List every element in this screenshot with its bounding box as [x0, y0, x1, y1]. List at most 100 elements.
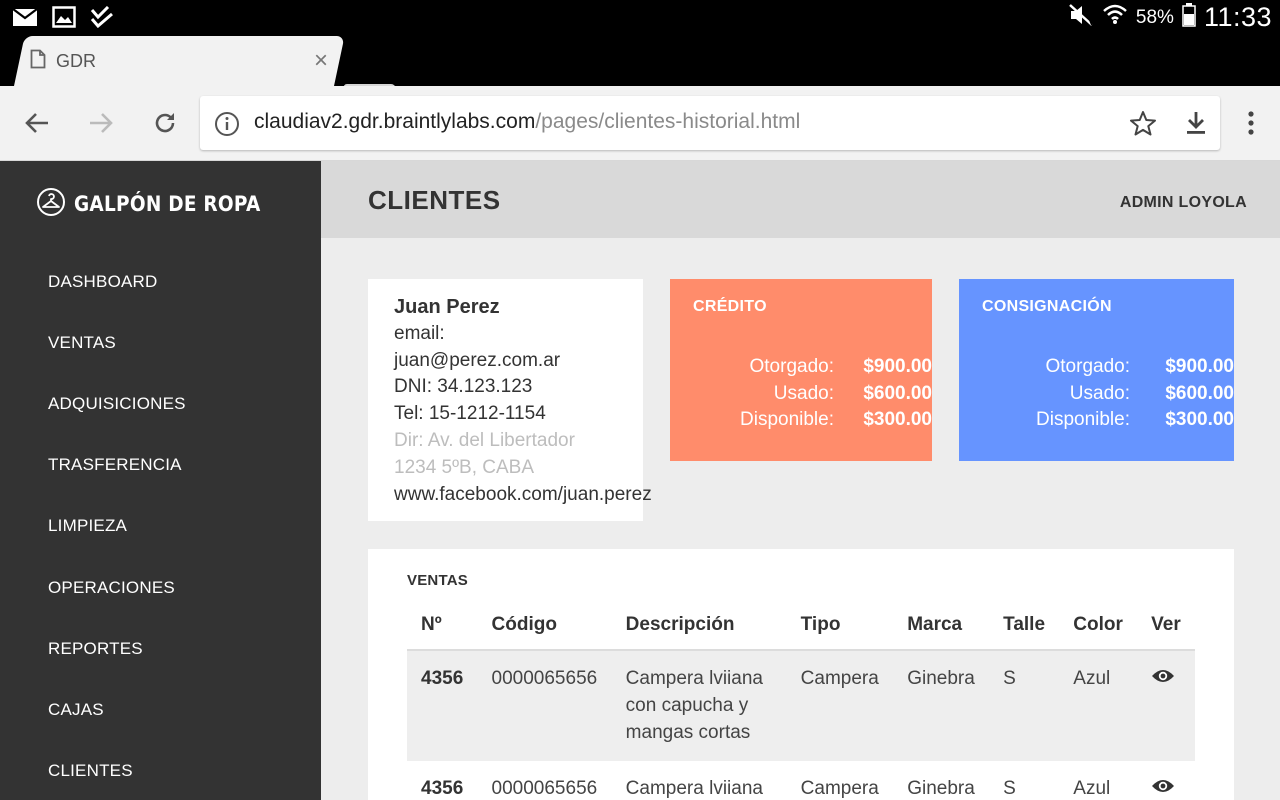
brand-name: GALPÓN DE ROPA — [74, 192, 261, 216]
system-status: 58% 11:33 — [1068, 2, 1272, 33]
cell-numero: 4356 — [407, 650, 478, 761]
address-bar[interactable]: claudiav2.gdr.braintlylabs.com/pages/cli… — [200, 96, 1220, 150]
task-check-icon — [90, 5, 114, 32]
sidebar-item-reportes[interactable]: REPORTES — [48, 639, 143, 659]
column-header-numero: Nº — [421, 613, 442, 635]
page-title: CLIENTES — [368, 185, 501, 215]
client-dni: DNI: 34.123.123 — [394, 376, 533, 398]
credito-usado-row: Usado: $600.00 — [664, 383, 932, 405]
table-row: 4356 0000065656 Campera lviiana Campera … — [407, 761, 1195, 800]
credito-disponible-value: $300.00 — [863, 409, 932, 430]
credito-title: CRÉDITO — [693, 298, 767, 315]
consignacion-disponible-label: Disponible: — [1036, 409, 1130, 430]
forward-arrow-icon — [90, 113, 113, 133]
cell-talle: S — [1003, 778, 1016, 799]
credito-otorgado-value: $900.00 — [863, 356, 932, 377]
page-icon — [30, 49, 46, 73]
consignacion-otorgado-row: Otorgado: $900.00 — [955, 356, 1235, 378]
wifi-icon — [1102, 2, 1128, 33]
sidebar-item-adquisiciones[interactable]: ADQUISICIONES — [48, 394, 186, 414]
consignacion-otorgado-value: $900.00 — [1165, 356, 1234, 377]
sidebar-item-cajas[interactable]: CAJAS — [48, 700, 104, 720]
client-info-card: Juan Perez email: juan@perez.com.ar DNI:… — [368, 279, 652, 521]
browser-toolbar: claudiav2.gdr.braintlylabs.com/pages/cli… — [0, 86, 1280, 161]
back-arrow-icon — [25, 113, 48, 133]
sidebar-item-clientes[interactable]: CLIENTES — [48, 761, 133, 781]
cell-marca: Ginebra — [893, 650, 990, 761]
status-bar: 58% 11:33 — [0, 0, 1280, 36]
mute-icon — [1068, 3, 1094, 32]
info-icon[interactable] — [214, 111, 240, 141]
back-button[interactable] — [22, 108, 52, 138]
client-facebook: www.facebook.com/juan.perez — [394, 483, 652, 505]
forward-button[interactable] — [86, 108, 116, 138]
user-menu[interactable]: ADMIN LOYOLA — [1120, 194, 1247, 212]
sidebar-item-operaciones[interactable]: OPERACIONES — [48, 578, 175, 598]
client-address-line1: Dir: Av. del Libertador — [394, 429, 575, 451]
url-path: /pages/clientes-historial.html — [535, 110, 801, 133]
sidebar-item-limpieza[interactable]: LIMPIEZA — [48, 516, 127, 536]
notification-icons — [12, 5, 114, 32]
column-header-descripcion: Descripción — [625, 613, 735, 635]
sidebar-item-ventas[interactable]: VENTAS — [48, 333, 116, 353]
credito-otorgado-label: Otorgado: — [749, 356, 835, 377]
table-row: 4356 0000065656 Campera lviiana con capu… — [407, 650, 1195, 761]
hanger-logo-icon — [36, 187, 66, 221]
column-header-ver: Ver — [1151, 613, 1181, 635]
battery-percent: 58% — [1135, 6, 1174, 28]
consignacion-disponible-row: Disponible: $300.00 — [955, 409, 1234, 431]
cell-codigo: 0000065656 — [477, 650, 612, 761]
consignacion-usado-value: $600.00 — [1165, 383, 1234, 404]
cell-ver — [1137, 650, 1195, 761]
more-vert-icon — [1248, 111, 1254, 135]
column-header-codigo: Código — [491, 613, 557, 635]
cell-tipo: Campera — [786, 650, 894, 761]
client-name: Juan Perez — [394, 296, 500, 318]
cell-ver — [1137, 761, 1195, 800]
ventas-table: Nº Código Descripción Tipo Marca Talle C… — [407, 600, 1195, 800]
column-header-color: Color — [1073, 613, 1123, 635]
ventas-panel: VENTAS Nº Código Descripción Tipo Marca … — [368, 549, 1234, 800]
column-header-talle: Talle — [1003, 613, 1046, 635]
url-text[interactable]: claudiav2.gdr.braintlylabs.com/pages/cli… — [254, 110, 800, 134]
cell-codigo: 0000065656 — [491, 778, 598, 799]
page-header: CLIENTES ADMIN LOYOLA — [321, 161, 1280, 238]
image-icon — [52, 6, 76, 32]
column-header-tipo: Tipo — [800, 613, 841, 635]
client-tel: Tel: 15-1212-1154 — [394, 403, 546, 425]
client-address-line2: 1234 5ºB, CABA — [394, 456, 535, 478]
column-header-marca: Marca — [907, 613, 963, 635]
download-icon[interactable] — [1184, 110, 1208, 140]
eye-icon[interactable] — [1151, 778, 1175, 799]
reload-icon — [155, 113, 175, 133]
cell-color: Azul — [1059, 650, 1138, 761]
reload-button[interactable] — [150, 108, 180, 138]
ventas-title: VENTAS — [407, 572, 468, 589]
browser-menu-button[interactable] — [1236, 108, 1266, 138]
credito-disponible-label: Disponible: — [740, 409, 834, 430]
consignacion-usado-row: Usado: $600.00 — [955, 383, 1234, 405]
client-email-label: email: — [394, 322, 445, 344]
close-tab-icon[interactable]: × — [314, 47, 328, 75]
cell-marca: Ginebra — [907, 778, 975, 799]
sidebar-item-dashboard[interactable]: DASHBOARD — [48, 272, 158, 292]
cell-tipo: Campera — [800, 778, 879, 799]
tab-title: GDR — [56, 50, 96, 71]
bookmark-star-icon[interactable] — [1129, 110, 1157, 140]
cell-descripcion: Campera lviiana con capucha y mangas cor… — [611, 650, 787, 761]
brand-logo[interactable]: GALPÓN DE ROPA — [36, 187, 286, 221]
cell-color: Azul — [1073, 778, 1111, 799]
cell-numero: 4356 — [421, 778, 464, 799]
credito-disponible-row: Disponible: $300.00 — [664, 409, 932, 431]
consignacion-disponible-value: $300.00 — [1165, 409, 1234, 430]
client-email: juan@perez.com.ar — [394, 349, 561, 371]
credito-usado-value: $600.00 — [863, 383, 932, 404]
sidebar: GALPÓN DE ROPA DASHBOARD VENTAS ADQUISIC… — [0, 161, 321, 800]
consignacion-otorgado-label: Otorgado: — [1045, 356, 1131, 377]
eye-icon[interactable] — [1151, 668, 1175, 689]
mail-icon — [12, 7, 38, 31]
credito-otorgado-row: Otorgado: $900.00 — [664, 356, 933, 378]
sidebar-item-trasferencia[interactable]: TRASFERENCIA — [48, 455, 182, 475]
url-host: claudiav2.gdr.braintlylabs.com — [254, 110, 536, 133]
tab-content: GDR × — [30, 36, 330, 86]
